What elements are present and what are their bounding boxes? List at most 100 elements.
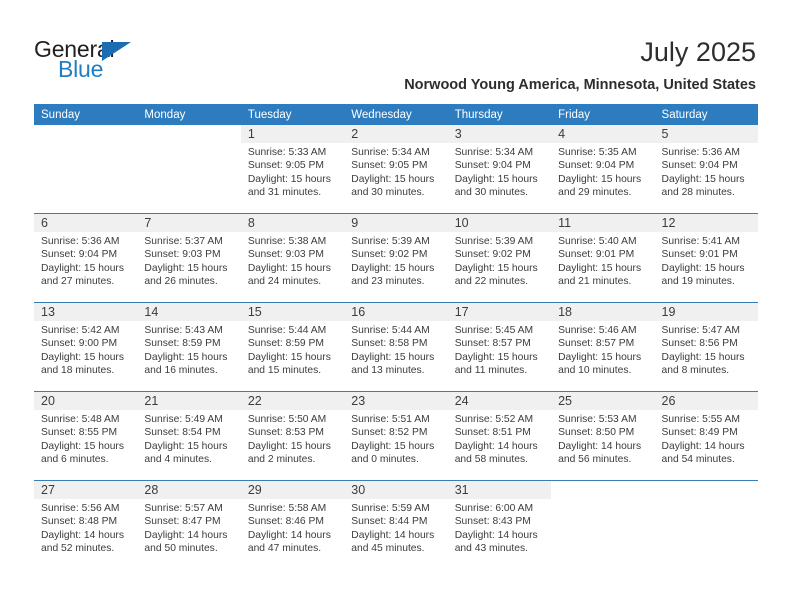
daylight-duration-line-2: and 6 minutes. [41, 453, 109, 465]
calendar-page: General Blue July 2025 Norwood Young Ame… [0, 0, 792, 612]
sunrise-time: Sunrise: 5:55 AM [661, 414, 740, 425]
sunrise-time: Sunrise: 5:36 AM [41, 236, 120, 247]
sunrise-time: Sunrise: 5:39 AM [351, 236, 430, 247]
calendar-day-cell[interactable]: 29 Sunrise: 5:58 AM Sunset: 8:46 PM Dayligh… [240, 480, 345, 569]
calendar-day-cell[interactable]: 16 Sunrise: 5:44 AM Sunset: 8:58 PM Dayligh… [344, 302, 448, 392]
daylight-duration-line-1: Daylight: 15 hours [247, 262, 331, 274]
sunset-time: Sunset: 9:02 PM [454, 249, 531, 261]
day-cell-filled: 18 Sunrise: 5:46 AM Sunset: 8:57 PM Dayligh… [551, 303, 655, 391]
calendar-day-cell[interactable]: 26 Sunrise: 5:55 AM Sunset: 8:49 PM Dayligh… [654, 391, 758, 481]
calendar-day-cell[interactable]: 23 Sunrise: 5:51 AM Sunset: 8:52 PM Dayligh… [344, 391, 448, 481]
daylight-duration-line-1: Daylight: 15 hours [144, 440, 228, 452]
calendar-day-cell[interactable]: 12 Sunrise: 5:41 AM Sunset: 9:01 PM Dayligh… [654, 213, 758, 303]
daylight-duration-line-1: Daylight: 15 hours [41, 262, 124, 274]
calendar-day-cell[interactable]: 15 Sunrise: 5:44 AM Sunset: 8:59 PM Dayligh… [240, 302, 345, 392]
calendar-day-cell[interactable]: 5 Sunrise: 5:36 AM Sunset: 9:04 PM Daylight… [654, 125, 758, 214]
sunset-time: Sunset: 8:43 PM [454, 516, 531, 528]
calendar-day-cell[interactable]: 28 Sunrise: 5:57 AM Sunset: 8:47 PM Dayligh… [137, 480, 241, 569]
daylight-duration-line-2: and 24 minutes. [247, 275, 322, 287]
calendar-day-cell[interactable]: 21 Sunrise: 5:49 AM Sunset: 8:54 PM Dayligh… [137, 391, 241, 481]
day-sun-info: Sunrise: 5:42 AM Sunset: 9:00 PM Daylight:… [34, 321, 137, 377]
calendar-day-cell[interactable]: 25 Sunrise: 5:53 AM Sunset: 8:50 PM Dayligh… [551, 391, 655, 481]
calendar-day-cell[interactable]: 27 Sunrise: 5:56 AM Sunset: 8:48 PM Dayligh… [34, 480, 138, 569]
sunset-time: Sunset: 8:51 PM [454, 427, 531, 439]
calendar-day-cell[interactable]: 11 Sunrise: 5:40 AM Sunset: 9:01 PM Dayligh… [551, 213, 655, 303]
day-sun-info: Sunrise: 5:35 AM Sunset: 9:04 PM Daylight:… [551, 143, 654, 199]
sunset-time: Sunset: 9:04 PM [454, 160, 531, 172]
sunset-time: Sunset: 8:46 PM [247, 516, 324, 528]
calendar-week-row: 1 Sunrise: 5:33 AM Sunset: 9:05 PM Daylight… [34, 125, 758, 214]
daylight-duration-line-1: Daylight: 15 hours [351, 173, 435, 185]
sunset-time: Sunset: 9:04 PM [41, 249, 118, 261]
day-cell-filled: 25 Sunrise: 5:53 AM Sunset: 8:50 PM Dayligh… [551, 392, 655, 480]
calendar-day-cell[interactable]: 24 Sunrise: 5:52 AM Sunset: 8:51 PM Dayligh… [447, 391, 552, 481]
calendar-day-cell[interactable]: 14 Sunrise: 5:43 AM Sunset: 8:59 PM Dayligh… [137, 302, 241, 392]
calendar-day-cell[interactable]: 9 Sunrise: 5:39 AM Sunset: 9:02 PM Daylight… [344, 213, 448, 303]
daylight-duration-line-1: Daylight: 14 hours [351, 529, 435, 541]
sunset-time: Sunset: 8:57 PM [454, 338, 531, 350]
day-cell-filled: 14 Sunrise: 5:43 AM Sunset: 8:59 PM Dayligh… [137, 303, 241, 391]
calendar-day-cell[interactable]: 20 Sunrise: 5:48 AM Sunset: 8:55 PM Dayligh… [34, 391, 138, 481]
sunset-time: Sunset: 9:03 PM [247, 249, 324, 261]
day-cell-filled: 5 Sunrise: 5:36 AM Sunset: 9:04 PM Daylight… [654, 125, 758, 213]
sunset-time: Sunset: 9:05 PM [247, 160, 324, 172]
day-sun-info: Sunrise: 5:58 AM Sunset: 8:46 PM Daylight:… [241, 499, 344, 555]
daylight-duration-line-2: and 26 minutes. [144, 275, 218, 287]
calendar-day-cell[interactable]: 2 Sunrise: 5:34 AM Sunset: 9:05 PM Daylight… [344, 125, 448, 214]
day-number [137, 125, 241, 143]
day-number: 25 [551, 392, 655, 410]
day-number: 8 [240, 214, 345, 232]
daylight-duration-line-1: Daylight: 15 hours [351, 351, 435, 363]
calendar-day-cell[interactable]: 10 Sunrise: 5:39 AM Sunset: 9:02 PM Dayligh… [447, 213, 552, 303]
day-sun-info: Sunrise: 5:44 AM Sunset: 8:59 PM Daylight:… [241, 321, 344, 377]
sunrise-time: Sunrise: 6:00 AM [454, 503, 534, 514]
weekday-header-sunday: Sunday [34, 104, 138, 125]
weekday-header-saturday: Saturday [654, 104, 758, 125]
day-cell-filled: 13 Sunrise: 5:42 AM Sunset: 9:00 PM Dayligh… [34, 303, 138, 391]
calendar-day-cell[interactable]: 3 Sunrise: 5:34 AM Sunset: 9:04 PM Daylight… [447, 125, 552, 214]
daylight-duration-line-2: and 0 minutes. [351, 453, 419, 465]
day-number: 18 [551, 303, 655, 321]
day-number: 19 [654, 303, 758, 321]
day-cell-filled: 17 Sunrise: 5:45 AM Sunset: 8:57 PM Dayligh… [447, 303, 552, 391]
calendar-day-cell[interactable]: 19 Sunrise: 5:47 AM Sunset: 8:56 PM Dayligh… [654, 302, 758, 392]
day-number: 15 [240, 303, 345, 321]
sunset-time: Sunset: 9:01 PM [661, 249, 738, 261]
daylight-duration-line-1: Daylight: 15 hours [558, 173, 642, 185]
calendar-day-cell[interactable]: 22 Sunrise: 5:50 AM Sunset: 8:53 PM Dayligh… [240, 391, 345, 481]
day-number: 12 [654, 214, 758, 232]
sunrise-time: Sunrise: 5:40 AM [558, 236, 637, 247]
calendar-day-cell[interactable]: 31 Sunrise: 6:00 AM Sunset: 8:43 PM Dayligh… [447, 480, 552, 569]
day-number: 20 [34, 392, 138, 410]
day-cell-filled: 4 Sunrise: 5:35 AM Sunset: 9:04 PM Daylight… [551, 125, 655, 213]
calendar-day-cell[interactable]: 13 Sunrise: 5:42 AM Sunset: 9:00 PM Dayligh… [34, 302, 138, 392]
daylight-duration-line-2: and 4 minutes. [144, 453, 212, 465]
day-sun-info: Sunrise: 5:37 AM Sunset: 9:03 PM Daylight:… [137, 232, 240, 288]
daylight-duration-line-1: Daylight: 15 hours [558, 351, 642, 363]
calendar-body: 1 Sunrise: 5:33 AM Sunset: 9:05 PM Daylight… [34, 125, 758, 569]
day-cell-empty [34, 125, 138, 213]
brand-logo[interactable]: General Blue [34, 36, 214, 86]
daylight-duration-line-2: and 45 minutes. [351, 542, 425, 554]
sunrise-time: Sunrise: 5:45 AM [454, 325, 534, 336]
day-number: 31 [447, 481, 552, 499]
day-number [654, 481, 758, 499]
calendar-day-cell[interactable]: 4 Sunrise: 5:35 AM Sunset: 9:04 PM Daylight… [551, 125, 655, 214]
calendar-day-cell[interactable]: 18 Sunrise: 5:46 AM Sunset: 8:57 PM Dayligh… [551, 302, 655, 392]
sunrise-time: Sunrise: 5:35 AM [558, 147, 637, 158]
weekday-header-wednesday: Wednesday [344, 104, 448, 125]
sunset-time: Sunset: 9:01 PM [558, 249, 635, 261]
weekday-header-tuesday: Tuesday [240, 104, 345, 125]
calendar-day-cell[interactable]: 6 Sunrise: 5:36 AM Sunset: 9:04 PM Daylight… [34, 213, 138, 303]
sunset-time: Sunset: 8:47 PM [144, 516, 221, 528]
sunrise-time: Sunrise: 5:47 AM [661, 325, 740, 336]
day-cell-filled: 28 Sunrise: 5:57 AM Sunset: 8:47 PM Dayligh… [137, 481, 241, 569]
day-sun-info: Sunrise: 5:48 AM Sunset: 8:55 PM Daylight:… [34, 410, 137, 466]
day-cell-filled: 19 Sunrise: 5:47 AM Sunset: 8:56 PM Dayligh… [654, 303, 758, 391]
calendar-day-cell[interactable]: 8 Sunrise: 5:38 AM Sunset: 9:03 PM Daylight… [240, 213, 345, 303]
sunrise-sunset-calendar: Sunday Monday Tuesday Wednesday Thursday… [34, 104, 758, 569]
calendar-day-cell[interactable]: 17 Sunrise: 5:45 AM Sunset: 8:57 PM Dayligh… [447, 302, 552, 392]
calendar-day-cell[interactable]: 30 Sunrise: 5:59 AM Sunset: 8:44 PM Dayligh… [344, 480, 448, 569]
calendar-day-cell[interactable]: 7 Sunrise: 5:37 AM Sunset: 9:03 PM Daylight… [137, 213, 241, 303]
calendar-day-cell[interactable]: 1 Sunrise: 5:33 AM Sunset: 9:05 PM Daylight… [240, 125, 345, 214]
